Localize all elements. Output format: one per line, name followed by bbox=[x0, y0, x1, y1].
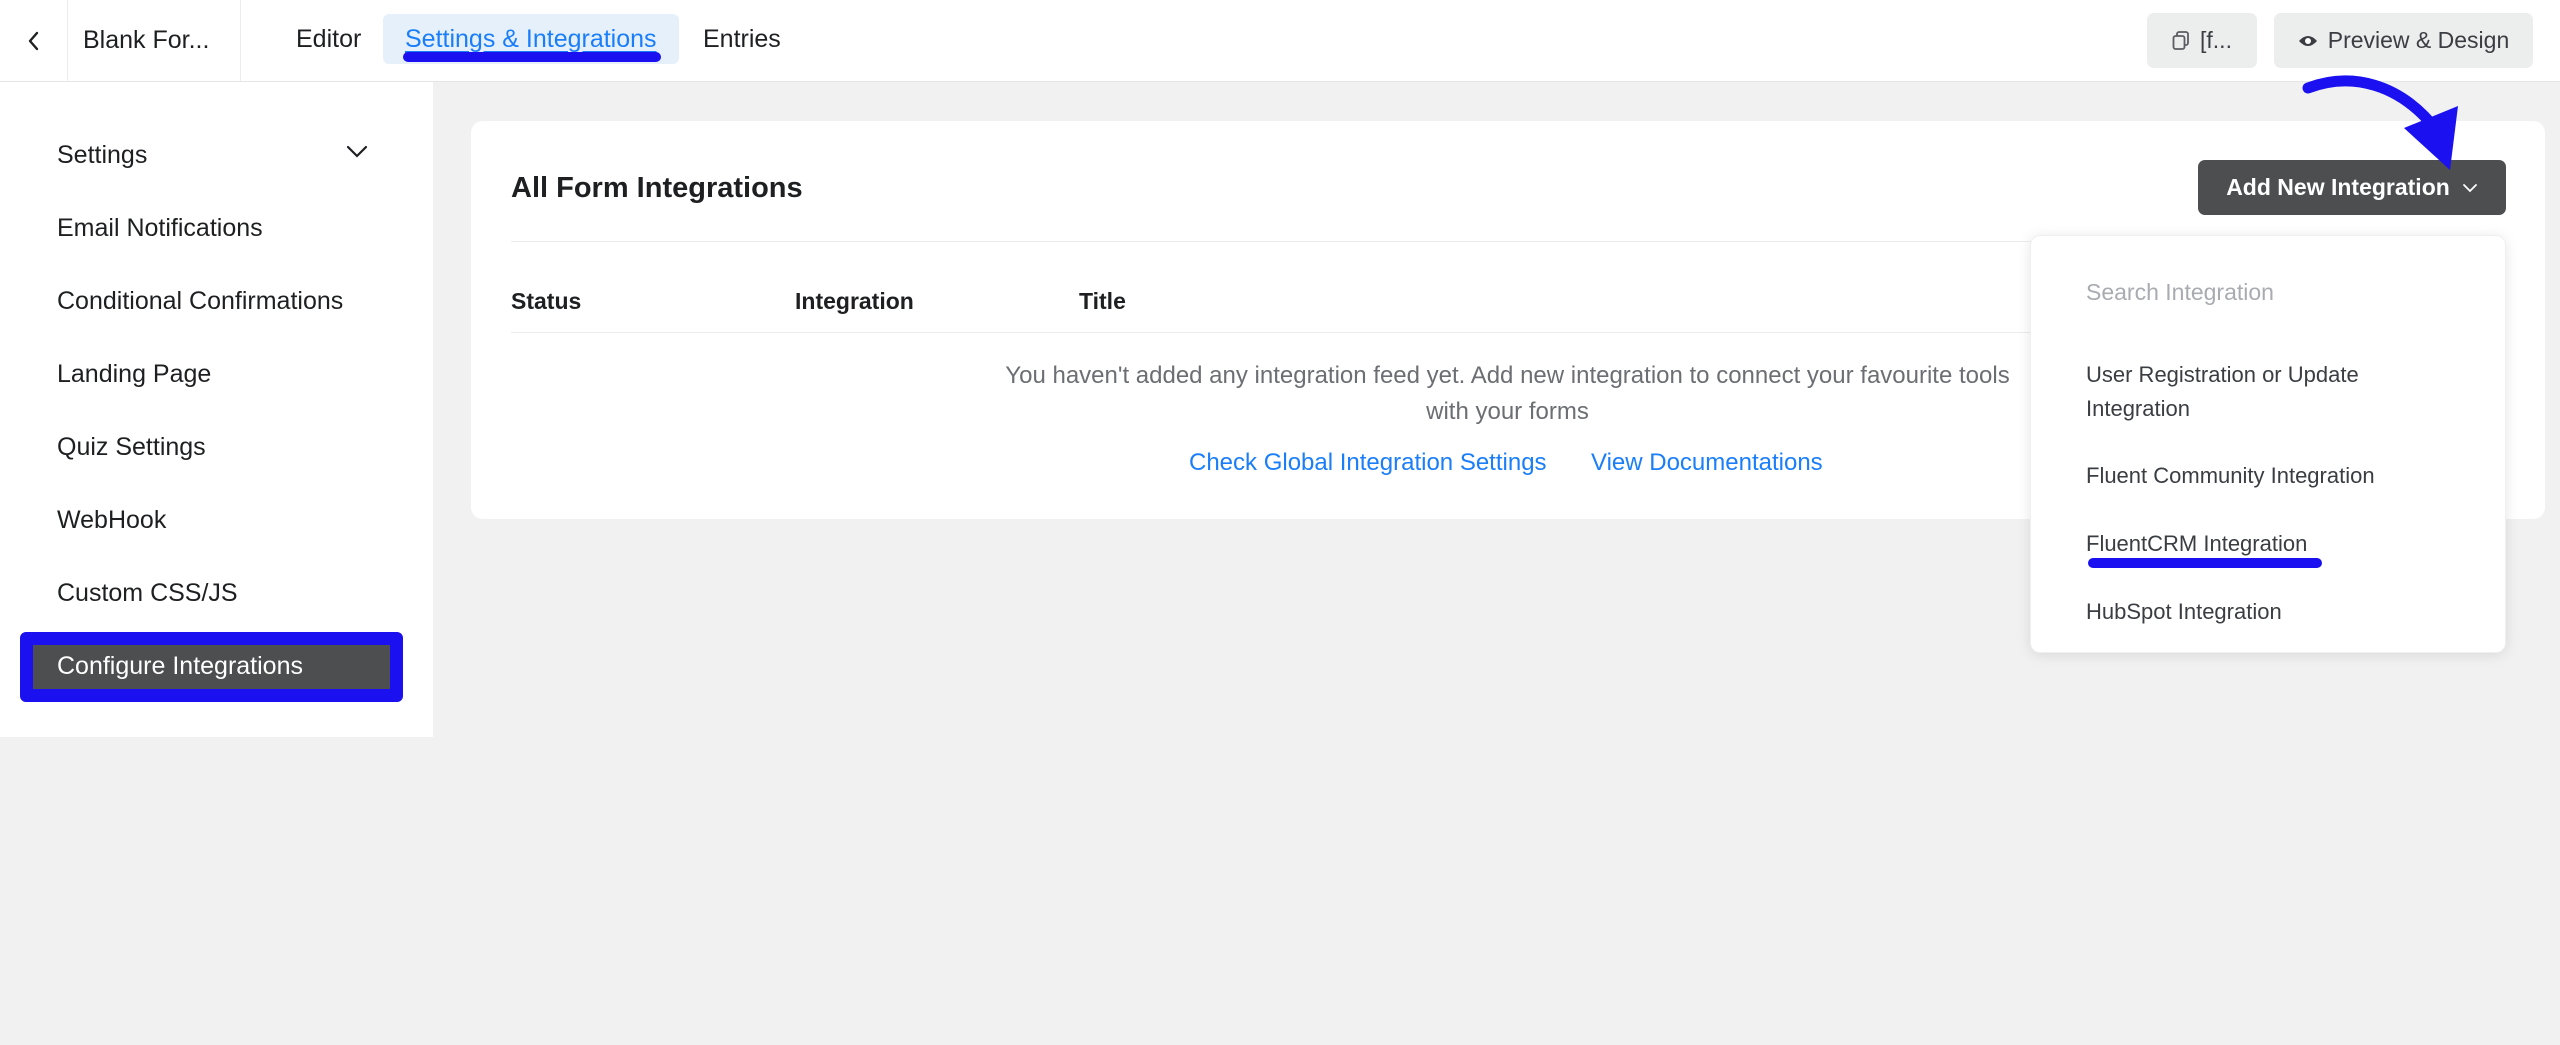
sidebar-item-conditional-confirmations[interactable]: Conditional Confirmations bbox=[57, 287, 343, 316]
sidebar-item-quiz-settings[interactable]: Quiz Settings bbox=[57, 433, 206, 462]
dropdown-item-fluent-community[interactable]: Fluent Community Integration bbox=[2086, 459, 2375, 493]
top-bar: Blank For... Editor Settings & Integrati… bbox=[0, 0, 2560, 82]
search-integration-input[interactable]: Search Integration bbox=[2086, 279, 2274, 306]
sidebar-item-email-notifications[interactable]: Email Notifications bbox=[57, 214, 263, 243]
tab-entries[interactable]: Entries bbox=[681, 14, 803, 64]
preview-label: Preview & Design bbox=[2327, 27, 2510, 53]
tab-editor[interactable]: Editor bbox=[274, 14, 383, 64]
empty-state-message: You haven't added any integration feed y… bbox=[1005, 362, 2010, 425]
arrow-annotation-icon bbox=[2302, 75, 2458, 170]
column-header-status: Status bbox=[511, 288, 582, 314]
divider bbox=[511, 241, 2041, 242]
dropdown-item-user-registration[interactable]: User Registration or Update Integration bbox=[2086, 358, 2466, 426]
check-global-settings-link[interactable]: Check Global Integration Settings bbox=[1189, 449, 1547, 477]
sidebar-item-webhook[interactable]: WebHook bbox=[57, 506, 166, 535]
shortcode-label: [f... bbox=[2200, 27, 2232, 53]
eye-icon bbox=[2298, 35, 2317, 46]
annotation-underline-fluentcrm bbox=[2088, 558, 2322, 568]
dropdown-item-fluentcrm[interactable]: FluentCRM Integration bbox=[2086, 527, 2307, 561]
sidebar-item-settings[interactable]: Settings bbox=[57, 141, 147, 170]
column-header-title: Title bbox=[1079, 288, 1126, 314]
column-header-integration: Integration bbox=[795, 288, 914, 314]
sidebar-item-custom-css-js[interactable]: Custom CSS/JS bbox=[57, 579, 238, 608]
back-button[interactable] bbox=[0, 0, 68, 81]
view-documentations-link[interactable]: View Documentations bbox=[1591, 449, 1823, 477]
annotation-underline-settings bbox=[403, 52, 661, 62]
page-title: All Form Integrations bbox=[511, 172, 803, 204]
sidebar-item-landing-page[interactable]: Landing Page bbox=[57, 360, 211, 389]
chevron-down-icon[interactable] bbox=[345, 144, 369, 160]
copy-icon bbox=[2172, 30, 2189, 50]
dropdown-item-hubspot[interactable]: HubSpot Integration bbox=[2086, 595, 2282, 629]
sidebar-item-configure-integrations-label: Configure Integrations bbox=[57, 652, 303, 680]
chevron-left-icon bbox=[28, 31, 38, 50]
form-name[interactable]: Blank For... bbox=[68, 0, 241, 81]
preview-design-button[interactable]: Preview & Design bbox=[2274, 13, 2533, 68]
shortcode-button[interactable]: [f... bbox=[2147, 13, 2257, 68]
table-header-divider bbox=[511, 332, 2041, 333]
chevron-down-icon bbox=[2462, 183, 2477, 192]
